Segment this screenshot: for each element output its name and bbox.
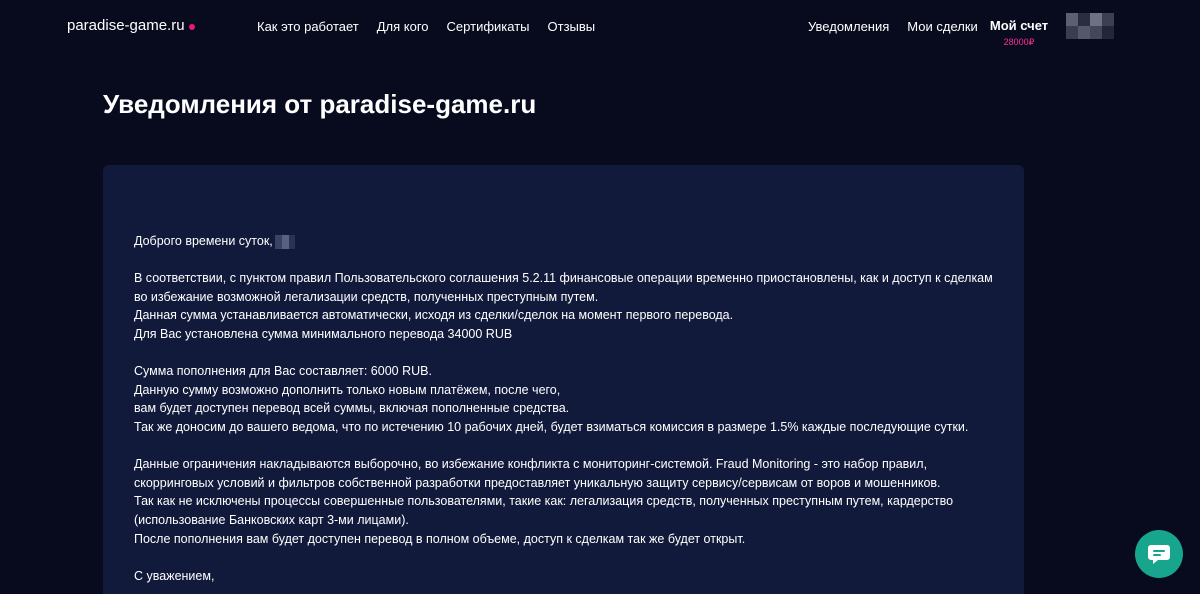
top-navigation-bar: paradise-game.ru Как это работает Для ко… [0, 0, 1200, 58]
message-line: После пополнения вам будет доступен пере… [134, 531, 746, 546]
nav-how-it-works[interactable]: Как это работает [257, 19, 359, 34]
redacted-username [274, 234, 295, 249]
message-line: Для Вас установлена сумма минимального п… [134, 326, 513, 341]
nav-certificates[interactable]: Сертификаты [447, 19, 530, 34]
greeting-line: Доброго времени суток, [134, 232, 1004, 251]
logo-dot-icon [188, 24, 195, 31]
message-line: (использование Банковских карт 3-ми лица… [134, 512, 409, 527]
greeting-text: Доброго времени суток, [134, 234, 273, 248]
account-label: Мой счет [989, 18, 1049, 33]
avatar[interactable] [1066, 13, 1114, 39]
chat-button[interactable] [1135, 530, 1183, 578]
chat-bubble-icon [1148, 545, 1170, 564]
page-title: Уведомления от paradise-game.ru [103, 89, 537, 119]
message-paragraph: В соответствии, с пунктом правил Пользов… [134, 269, 1004, 343]
user-nav: Уведомления Мои сделки [808, 19, 978, 34]
message-line: вам будет доступен перевод всей суммы, в… [134, 401, 570, 416]
message-paragraph: Данные ограничения накладываются выбороч… [134, 455, 1004, 548]
account-balance: 28000₽ [1003, 37, 1035, 47]
message-line: В соответствии, с пунктом правил Пользов… [134, 271, 993, 286]
my-account-link[interactable]: Мой счет 28000₽ [989, 18, 1049, 48]
nav-reviews[interactable]: Отзывы [548, 19, 596, 34]
message-line: во избежание возможной легализации средс… [134, 289, 599, 304]
message-line: Так как не исключены процессы совершенны… [134, 494, 954, 509]
message-line: Сумма пополнения для Вас составляет: 600… [134, 364, 432, 379]
notification-card: Доброго времени суток, В соответствии, с… [103, 165, 1024, 594]
message-line: Данные ограничения накладываются выбороч… [134, 457, 928, 472]
notification-message: Доброго времени суток, В соответствии, с… [134, 232, 1004, 585]
nav-notifications[interactable]: Уведомления [808, 19, 889, 34]
message-line: Данную сумму возможно дополнить только н… [134, 382, 561, 397]
main-nav: Как это работает Для кого Сертификаты От… [257, 19, 595, 34]
message-paragraph: Сумма пополнения для Вас составляет: 600… [134, 362, 1004, 436]
message-line: скорринговых условий и фильтров собствен… [134, 475, 941, 490]
message-line: Данная сумма устанавливается автоматичес… [134, 308, 734, 323]
message-line: Так же доносим до вашего ведома, что по … [134, 419, 969, 434]
message-closing: С уважением, [134, 568, 215, 583]
nav-my-deals[interactable]: Мои сделки [907, 19, 978, 34]
site-logo[interactable]: paradise-game.ru [67, 17, 195, 34]
logo-text: paradise-game.ru [67, 17, 185, 34]
nav-for-whom[interactable]: Для кого [377, 19, 429, 34]
